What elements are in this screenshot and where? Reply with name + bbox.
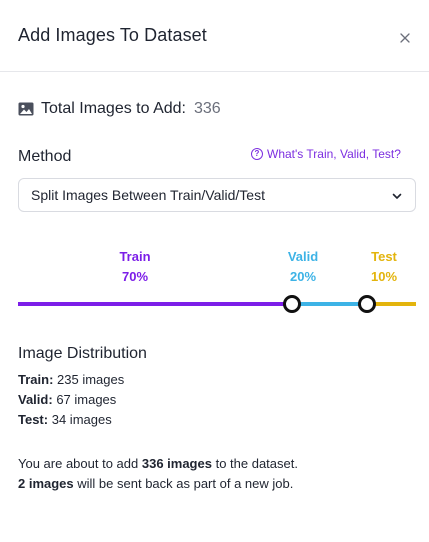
distribution-value: 235 images	[57, 372, 125, 387]
distribution-value: 34 images	[51, 412, 112, 427]
method-label: Method	[18, 148, 72, 165]
split-help-link[interactable]: ? What's Train, Valid, Test?	[251, 147, 401, 161]
summary-text: to the dataset.	[211, 456, 298, 471]
summary-text: You are about to add	[18, 456, 142, 471]
image-icon	[18, 102, 34, 116]
train-segment	[18, 302, 292, 306]
distribution-label: Test:	[18, 412, 49, 427]
valid-label: Valid	[287, 249, 319, 264]
total-images-value: 336	[193, 100, 221, 117]
chevron-down-icon	[392, 193, 402, 199]
test-label: Test	[371, 249, 397, 264]
train-label: Train	[119, 249, 151, 264]
method-select[interactable]: Split Images Between Train/Valid/Test	[18, 178, 416, 212]
close-button[interactable]	[394, 27, 416, 49]
train-percent: 70%	[121, 269, 149, 284]
valid-test-handle[interactable]	[358, 295, 376, 313]
summary-line-2: 2 images will be sent back as part of a …	[18, 476, 293, 491]
distribution-title: Image Distribution	[18, 345, 147, 362]
train-valid-handle[interactable]	[283, 295, 301, 313]
question-circle-icon: ?	[251, 148, 263, 160]
distribution-label: Train:	[18, 372, 54, 387]
distribution-value: 67 images	[56, 392, 117, 407]
valid-percent: 20%	[289, 269, 317, 284]
summary-text: will be sent back as part of a new job.	[73, 476, 294, 491]
split-help-text: What's Train, Valid, Test?	[267, 147, 401, 161]
summary-count: 2 images	[18, 476, 74, 491]
close-icon	[400, 33, 410, 43]
distribution-row-train: Train: 235 images	[18, 372, 124, 387]
distribution-label: Valid:	[18, 392, 53, 407]
total-images: Total Images to Add: 336	[18, 100, 221, 118]
valid-segment	[292, 302, 367, 306]
dialog-header: Add Images To Dataset	[0, 0, 429, 72]
dialog-title: Add Images To Dataset	[18, 25, 207, 45]
distribution-row-valid: Valid: 67 images	[18, 392, 116, 407]
summary-line-1: You are about to add 336 images to the d…	[18, 456, 298, 471]
method-select-value: Split Images Between Train/Valid/Test	[31, 187, 265, 203]
test-percent: 10%	[370, 269, 398, 284]
summary-count: 336 images	[141, 456, 212, 471]
total-images-label: Total Images to Add:	[41, 100, 186, 117]
distribution-row-test: Test: 34 images	[18, 412, 112, 427]
